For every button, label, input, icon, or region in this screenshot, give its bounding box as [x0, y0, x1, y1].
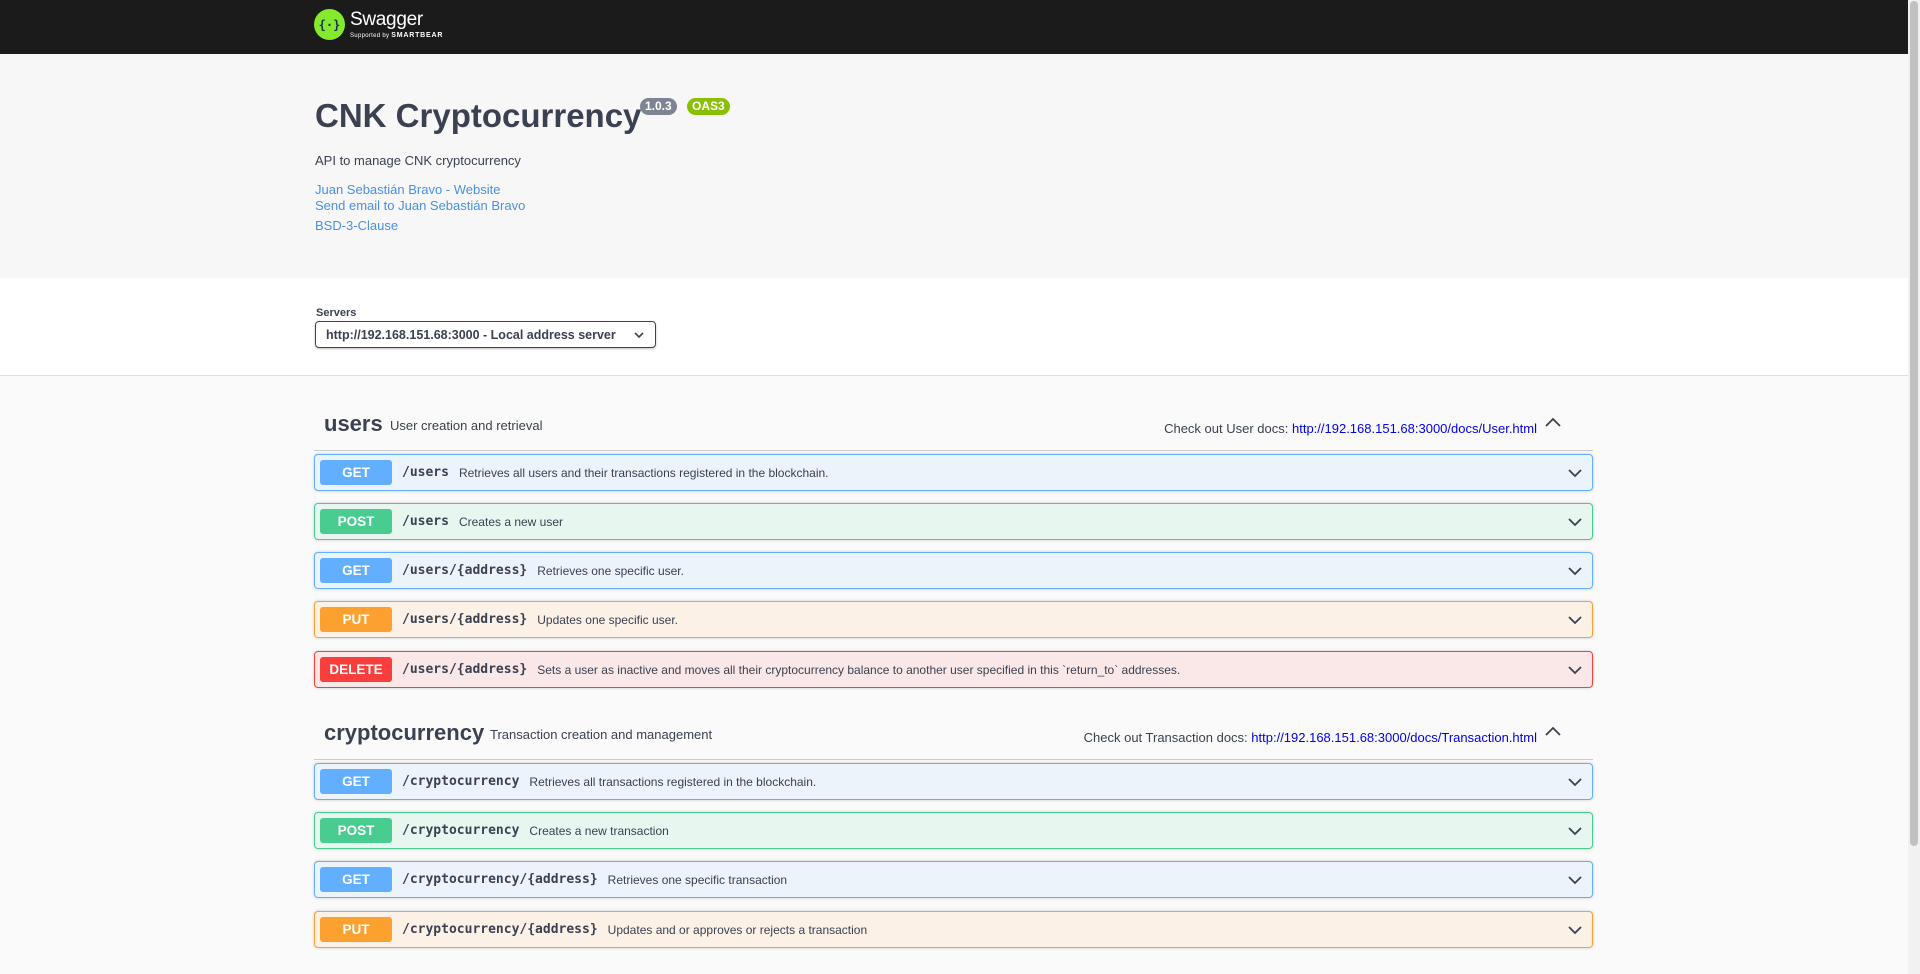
operation-get-cryptocurrency[interactable]: GET /cryptocurrency Retrieves all transa…: [314, 763, 1593, 800]
method-badge: GET: [320, 460, 392, 485]
tag-docs: Check out User docs: http://192.168.151.…: [1164, 421, 1537, 436]
scrollbar-thumb[interactable]: [1910, 1, 1918, 846]
operation-put-cryptocurrency-address[interactable]: PUT /cryptocurrency/{address} Updates an…: [314, 911, 1593, 948]
license-link[interactable]: BSD-3-Clause: [315, 218, 398, 233]
tag-cryptocurrency-header[interactable]: cryptocurrency Transaction creation and …: [314, 705, 1593, 760]
version-badge: 1.0.3: [640, 98, 677, 115]
chevron-down-icon[interactable]: [1566, 773, 1584, 791]
brand-name: Swagger: [350, 9, 423, 30]
email-link[interactable]: Send email to Juan Sebastián Bravo: [315, 198, 525, 213]
servers-select[interactable]: http://192.168.151.68:3000 - Local addre…: [315, 321, 656, 348]
tag-users-header[interactable]: users User creation and retrieval Check …: [314, 396, 1593, 451]
brand-subtitle: Supported by SMARTBEAR: [350, 32, 444, 39]
operation-path: /users/{address}: [402, 662, 528, 677]
method-badge: POST: [320, 818, 392, 843]
chevron-down-icon[interactable]: [1566, 921, 1584, 939]
chevron-down-icon[interactable]: [1566, 562, 1584, 580]
swagger-logo[interactable]: {·} Swagger Supported by SMARTBEAR: [314, 9, 443, 40]
operation-path: /users/{address}: [402, 612, 528, 627]
operation-get-user-address[interactable]: GET /users/{address} Retrieves one speci…: [314, 552, 1593, 589]
chevron-down-icon[interactable]: [1566, 611, 1584, 629]
operation-put-user-address[interactable]: PUT /users/{address} Updates one specifi…: [314, 601, 1593, 638]
operation-path: /users/{address}: [402, 563, 528, 578]
chevron-down-icon[interactable]: [1566, 464, 1584, 482]
oas-badge: OAS3: [687, 98, 730, 115]
chevron-down-icon[interactable]: [1566, 513, 1584, 531]
website-link[interactable]: Juan Sebastián Bravo - Website: [315, 182, 500, 197]
chevron-down-icon[interactable]: [1566, 661, 1584, 679]
operation-summary: Retrieves one specific user.: [537, 563, 684, 578]
tag-docs: Check out Transaction docs: http://192.1…: [1083, 730, 1537, 745]
operation-delete-user-address[interactable]: DELETE /users/{address} Sets a user as i…: [314, 651, 1593, 688]
swagger-logo-icon: {·}: [314, 9, 345, 40]
tag-name: cryptocurrency: [324, 720, 485, 745]
tag-docs-link[interactable]: http://192.168.151.68:3000/docs/Transact…: [1251, 730, 1537, 745]
tag-users: users User creation and retrieval Check …: [314, 396, 1593, 451]
operation-path: /cryptocurrency: [402, 774, 520, 789]
operation-path: /cryptocurrency/{address}: [402, 872, 598, 887]
operation-path: /cryptocurrency: [402, 823, 520, 838]
chevron-down-icon: [634, 331, 644, 338]
operation-get-users[interactable]: GET /users Retrieves all users and their…: [314, 454, 1593, 491]
tag-name: users: [324, 411, 383, 436]
method-badge: POST: [320, 509, 392, 534]
method-badge: PUT: [320, 607, 392, 632]
method-badge: PUT: [320, 917, 392, 942]
topbar: {·} Swagger Supported by SMARTBEAR: [0, 0, 1908, 54]
method-badge: GET: [320, 769, 392, 794]
info-section: [0, 54, 1908, 278]
operation-path: /users: [402, 465, 449, 480]
tag-cryptocurrency: cryptocurrency Transaction creation and …: [314, 705, 1593, 760]
operation-post-users[interactable]: POST /users Creates a new user: [314, 503, 1593, 540]
operation-summary: Retrieves all users and their transactio…: [458, 465, 829, 480]
chevron-down-icon[interactable]: [1566, 871, 1584, 889]
api-title: CNK Cryptocurrency: [315, 97, 642, 134]
operation-path: /users: [402, 514, 449, 529]
tag-docs-link[interactable]: http://192.168.151.68:3000/docs/User.htm…: [1292, 421, 1537, 436]
operation-summary: Updates one specific user.: [537, 612, 678, 627]
operation-summary: Retrieves one specific transaction: [607, 872, 788, 887]
method-badge: GET: [320, 867, 392, 892]
api-description: API to manage CNK cryptocurrency: [315, 153, 521, 168]
servers-label: Servers: [316, 307, 357, 319]
method-badge: DELETE: [320, 657, 392, 682]
operation-path: /cryptocurrency/{address}: [402, 922, 598, 937]
chevron-up-icon[interactable]: [1543, 413, 1563, 433]
servers-bar: [0, 278, 1908, 376]
svg-text:{·}: {·}: [319, 18, 341, 32]
operation-summary: Retrieves all transactions registered in…: [529, 774, 817, 789]
operation-summary: Sets a user as inactive and moves all th…: [537, 662, 1181, 677]
operation-get-cryptocurrency-address[interactable]: GET /cryptocurrency/{address} Retrieves …: [314, 861, 1593, 898]
method-badge: GET: [320, 558, 392, 583]
tag-description: User creation and retrieval: [390, 418, 543, 433]
servers-selected-value: http://192.168.151.68:3000 - Local addre…: [326, 327, 616, 342]
operation-summary: Creates a new user: [458, 514, 564, 529]
chevron-down-icon[interactable]: [1566, 822, 1584, 840]
operation-summary: Updates and or approves or rejects a tra…: [607, 922, 868, 937]
operation-post-cryptocurrency[interactable]: POST /cryptocurrency Creates a new trans…: [314, 812, 1593, 849]
chevron-up-icon[interactable]: [1543, 722, 1563, 742]
operation-summary: Creates a new transaction: [529, 823, 669, 838]
tag-description: Transaction creation and management: [490, 727, 713, 742]
